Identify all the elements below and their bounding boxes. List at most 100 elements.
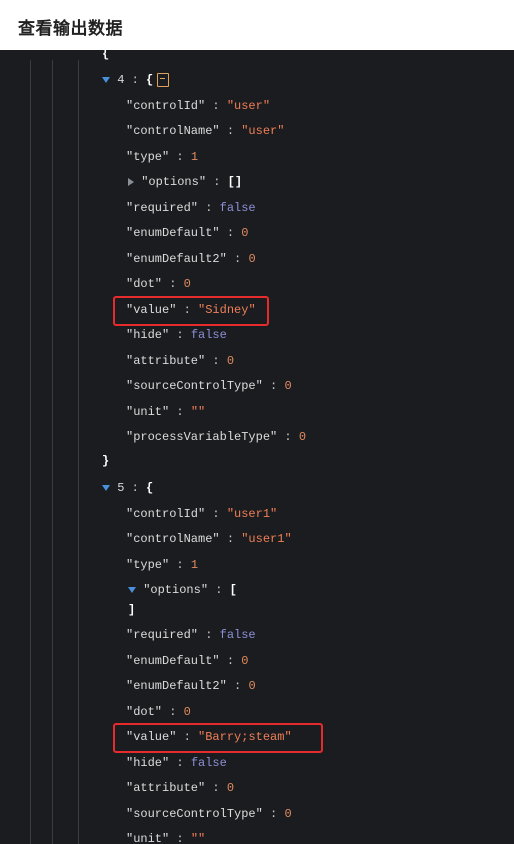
colon: : [169,832,191,844]
json-key: "controlId" [126,98,206,113]
json-field-dot: "dot" : 0 [126,702,191,722]
json-field-type: "type" : 1 [126,555,198,575]
json-value: 0 [183,704,191,719]
colon: : [219,653,242,668]
json-key: "unit" [126,404,170,419]
array-close: ] [128,600,135,620]
json-field-controlName: "controlName" : "user" [126,121,284,141]
json-field-attribute: "attribute" : 0 [126,351,234,371]
json-value: 0 [226,781,235,795]
chevron-down-icon[interactable] [102,484,110,491]
colon: : [219,124,242,138]
colon: : [162,704,184,719]
json-field-controlName: "controlName" : "user1" [126,529,292,549]
json-value: "user" [241,124,285,138]
json-key: "required" [126,200,199,215]
json-value: [] [227,175,243,189]
colon: : [262,379,285,393]
json-value: 0 [284,379,292,393]
colon: : [277,430,299,444]
json-value: 0 [226,353,235,368]
chevron-down-icon[interactable] [102,76,110,83]
json-field-processVariableType: "processVariableType" : 0 [126,427,306,447]
colon: : [205,353,227,368]
brace-close: } [102,453,110,468]
colon: : [262,806,285,821]
json-field-sourceControlType: "sourceControlType" : 0 [126,376,292,396]
json-field-sourceControlType: "sourceControlType" : 0 [126,804,292,824]
json-viewer[interactable]: { 4 : {"controlId" : "user" "controlName"… [0,50,514,844]
json-value: "user1" [226,506,278,521]
json-field-hide: "hide" : false [126,753,227,773]
json-key: "hide" [126,755,170,770]
brace-open: { [146,73,154,87]
json-key: "required" [126,628,199,642]
object-close: } [102,451,109,471]
brace-open: { [146,481,154,495]
json-key: "processVariableType" [126,430,278,444]
json-key: "enumDefault2" [126,679,227,693]
json-key: "dot" [126,704,163,719]
json-value: "" [190,404,206,419]
json-key: "attribute" [126,353,206,368]
json-value: 1 [190,149,199,164]
indent-guide [52,60,53,844]
json-key: "type" [126,149,170,164]
json-field-attribute: "attribute" : 0 [126,778,234,798]
array-item-header: 5 : { [102,478,153,498]
json-value: 0 [241,653,249,668]
json-value: 1 [190,557,199,572]
json-value: 0 [183,277,191,291]
json-field-options: "options" : [] [128,172,242,192]
colon: : [208,583,230,597]
json-value: 0 [248,679,256,693]
colon: : [205,506,227,521]
colon: : [169,755,191,770]
colon: : [198,200,220,215]
indent-guide [30,60,31,844]
json-key: "controlName" [126,124,220,138]
colon: : [124,73,147,87]
copy-icon[interactable] [157,72,170,87]
json-field-enumDefault2: "enumDefault2" : 0 [126,249,256,269]
json-line: { [102,50,109,64]
json-field-options: "options" : [ [128,580,237,600]
json-value: false [219,200,256,215]
json-key: "sourceControlType" [126,379,263,393]
colon: : [198,628,220,642]
json-key: "attribute" [126,781,206,795]
colon: : [124,481,147,495]
json-field-controlId: "controlId" : "user" [126,96,270,116]
json-field-enumDefault2: "enumDefault2" : 0 [126,676,256,696]
chevron-down-icon[interactable] [128,586,136,593]
json-value: 0 [298,430,307,444]
json-field-required: "required" : false [126,625,256,645]
colon: : [162,277,184,291]
json-field-enumDefault: "enumDefault" : 0 [126,651,248,671]
highlight-box [113,295,269,326]
json-key: "controlId" [126,506,206,521]
json-key: "sourceControlType" [126,806,263,821]
chevron-right-icon[interactable] [128,177,134,186]
json-field-required: "required" : false [126,198,256,218]
json-field-type: "type" : 1 [126,147,198,167]
colon: : [205,781,227,795]
colon: : [169,328,191,342]
bracket-close: ] [128,602,136,617]
json-value: 0 [284,806,292,821]
dialog-title: 查看输出数据 [18,19,123,39]
json-field-unit: "unit" : "" [126,402,205,422]
colon: : [226,679,249,693]
colon: : [169,557,191,572]
json-key: "type" [126,557,170,572]
colon: : [206,175,228,189]
colon: : [219,226,242,240]
colon: : [169,149,191,164]
json-key: "options" [141,175,207,189]
dialog-header: 查看输出数据 [0,0,514,50]
colon: : [169,404,191,419]
colon: : [219,532,242,546]
json-key: "hide" [126,328,170,342]
json-value: false [190,755,227,770]
json-value: [ [229,583,237,597]
